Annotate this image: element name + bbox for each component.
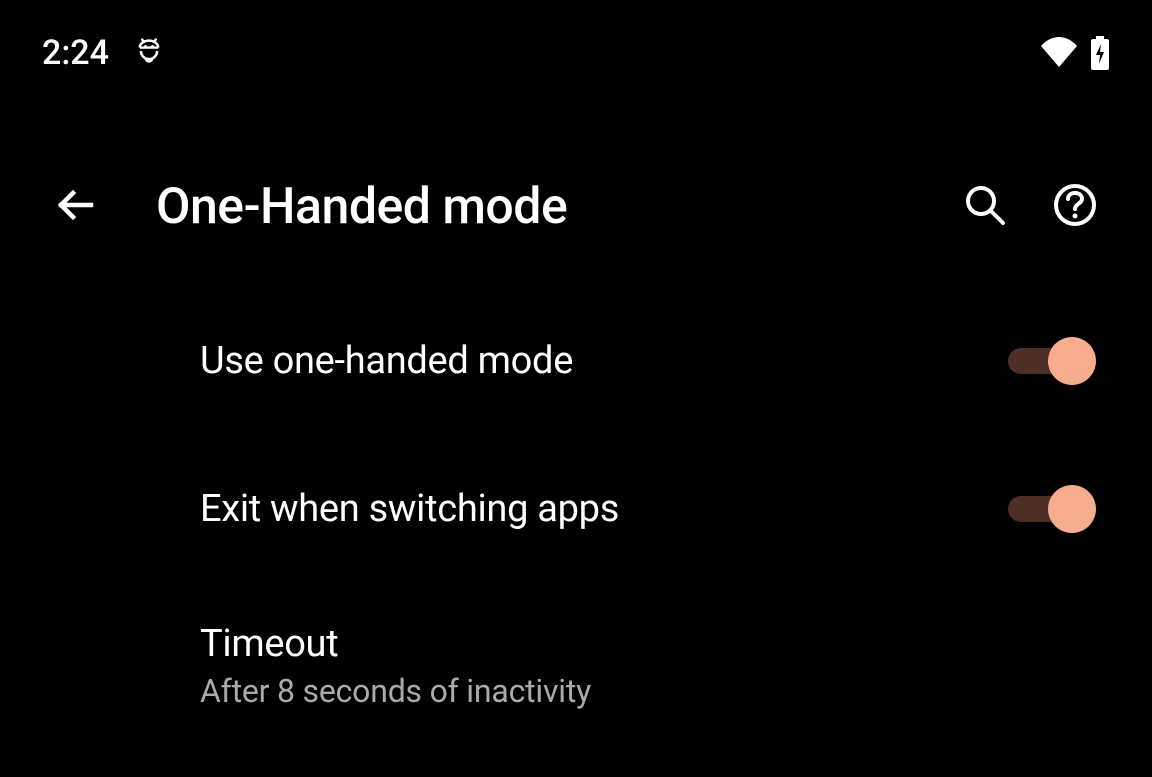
- toggle-thumb: [1048, 485, 1096, 533]
- setting-text: Timeout After 8 seconds of inactivity: [200, 622, 591, 710]
- settings-list: Use one-handed mode Exit when switching …: [0, 326, 1152, 710]
- setting-text: Use one-handed mode: [200, 339, 573, 383]
- status-time: 2:24: [42, 33, 109, 73]
- arrow-back-icon: [53, 182, 99, 232]
- setting-title: Timeout: [200, 622, 591, 666]
- toggle-use-one-handed-mode[interactable]: [1008, 338, 1096, 384]
- setting-timeout[interactable]: Timeout After 8 seconds of inactivity: [200, 622, 1096, 710]
- toggle-exit-when-switching-apps[interactable]: [1008, 486, 1096, 532]
- search-button[interactable]: [960, 182, 1010, 232]
- setting-title: Use one-handed mode: [200, 339, 573, 383]
- back-button[interactable]: [48, 179, 104, 235]
- status-bar: 2:24: [0, 0, 1152, 78]
- battery-charging-icon: [1090, 36, 1110, 70]
- toggle-thumb: [1048, 337, 1096, 385]
- setting-text: Exit when switching apps: [200, 487, 619, 531]
- app-header: One-Handed mode: [0, 178, 1152, 236]
- setting-title: Exit when switching apps: [200, 487, 619, 531]
- wifi-icon: [1038, 37, 1080, 69]
- help-button[interactable]: [1050, 182, 1100, 232]
- setting-exit-when-switching-apps[interactable]: Exit when switching apps: [200, 474, 1096, 544]
- status-right: [1038, 36, 1110, 70]
- android-debug-icon: [135, 36, 163, 70]
- setting-use-one-handed-mode[interactable]: Use one-handed mode: [200, 326, 1096, 396]
- help-icon: [1052, 182, 1098, 232]
- setting-subtitle: After 8 seconds of inactivity: [200, 672, 591, 710]
- header-actions: [960, 182, 1100, 232]
- page-title: One-Handed mode: [156, 178, 908, 236]
- search-icon: [963, 183, 1007, 231]
- status-left: 2:24: [42, 33, 163, 73]
